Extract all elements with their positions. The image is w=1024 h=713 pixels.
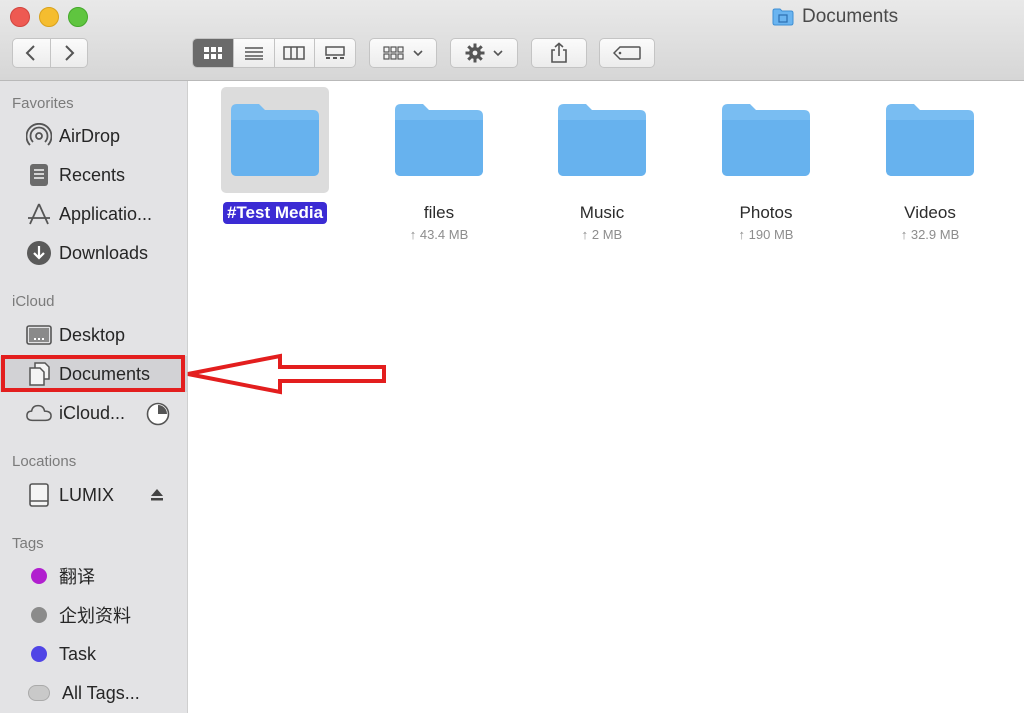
folder-icon	[395, 104, 483, 176]
minimize-window-button[interactable]	[39, 7, 59, 27]
file-browser: #Test Media files ↑ 43.4 MB Music ↑ 2 MB…	[188, 81, 1024, 713]
nav-buttons	[12, 38, 88, 68]
forward-button[interactable]	[51, 39, 88, 67]
sidebar-item-icloud-drive[interactable]: iCloud...	[0, 395, 187, 431]
group-icon	[383, 46, 404, 60]
list-view-icon	[244, 47, 263, 60]
folder-name: Photos	[739, 203, 793, 222]
folder-icon	[558, 104, 646, 176]
gallery-view-icon	[325, 46, 345, 59]
annotation-highlight-box	[1, 355, 185, 392]
window-title-text: Documents	[802, 6, 899, 27]
sidebar-item-downloads[interactable]: Downloads	[0, 235, 187, 271]
close-window-button[interactable]	[10, 7, 30, 27]
icon-view-icon	[203, 47, 222, 59]
chevron-down-icon	[493, 50, 503, 57]
folder-item[interactable]: Photos ↑ 190 MB	[691, 87, 841, 242]
finder-window: Documents Favorites AirDrop Recents Appl…	[0, 0, 1024, 713]
toolbar: Documents	[0, 0, 1024, 81]
tag-color-dot	[31, 646, 47, 662]
downloads-icon	[26, 240, 52, 266]
sidebar-item-label: 翻译	[59, 567, 95, 587]
section-header-tags: Tags	[12, 535, 44, 552]
sidebar-item-label: Recents	[59, 164, 126, 185]
chevron-left-icon	[25, 45, 35, 61]
folder-icon	[772, 8, 794, 26]
section-header-icloud: iCloud	[12, 293, 55, 310]
chevron-down-icon	[413, 50, 423, 57]
folder-thumb	[385, 87, 493, 193]
folder-size: ↑ 2 MB	[581, 227, 623, 242]
tag-color-dot	[31, 607, 47, 623]
gallery-view-button[interactable]	[315, 39, 355, 67]
applications-icon	[26, 201, 52, 227]
sidebar-item-label: AirDrop	[59, 125, 121, 146]
folder-icon	[231, 104, 319, 176]
tag-icon	[613, 46, 641, 60]
folder-item[interactable]: Music ↑ 2 MB	[527, 87, 677, 242]
sidebar-item-label: All Tags...	[62, 682, 140, 703]
sidebar-item-recents[interactable]: Recents	[0, 157, 187, 193]
sidebar-item-applications[interactable]: Applicatio...	[0, 196, 187, 232]
view-mode-control	[192, 38, 356, 68]
folder-size: ↑ 43.4 MB	[409, 227, 469, 242]
window-title: Documents	[772, 5, 898, 29]
action-menu-button[interactable]	[450, 38, 518, 68]
folder-name: Videos	[904, 203, 956, 222]
icloud-icon	[26, 400, 52, 426]
folder-size: ↑ 32.9 MB	[900, 227, 960, 242]
eject-icon[interactable]	[150, 488, 164, 507]
folder-name: Music	[579, 203, 625, 222]
folder-name: #Test Media	[222, 202, 328, 224]
back-button[interactable]	[13, 39, 51, 67]
sidebar-item-label: Desktop	[59, 324, 126, 345]
folder-item[interactable]: Videos ↑ 32.9 MB	[855, 87, 1005, 242]
sidebar-item-tag-translation[interactable]: 翻译	[0, 558, 187, 594]
tag-color-dot	[28, 685, 50, 701]
sidebar-item-all-tags[interactable]: All Tags...	[0, 675, 187, 711]
sidebar-item-lumix[interactable]: LUMIX	[0, 477, 187, 513]
folder-size: ↑ 190 MB	[738, 227, 794, 242]
sidebar-item-label: iCloud...	[59, 402, 126, 423]
sidebar-item-label: Applicatio...	[59, 203, 153, 224]
sidebar-item-airdrop[interactable]: AirDrop	[0, 118, 187, 154]
folder-icon	[722, 104, 810, 176]
folder-icon	[886, 104, 974, 176]
section-header-locations: Locations	[12, 453, 77, 470]
sidebar-item-desktop[interactable]: Desktop	[0, 317, 187, 353]
sidebar-item-label: Task	[59, 643, 97, 664]
recents-icon	[26, 162, 52, 188]
share-icon	[551, 42, 567, 63]
gear-icon	[465, 43, 485, 63]
sidebar: Favorites AirDrop Recents Applicatio... …	[0, 81, 188, 713]
share-button[interactable]	[531, 38, 587, 68]
folder-name: files	[423, 203, 455, 222]
folder-item[interactable]: #Test Media	[200, 87, 350, 224]
list-view-button[interactable]	[234, 39, 275, 67]
tag-color-dot	[31, 568, 47, 584]
folder-item[interactable]: files ↑ 43.4 MB	[364, 87, 514, 242]
desktop-icon	[26, 322, 52, 348]
column-view-button[interactable]	[275, 39, 316, 67]
sidebar-item-tag-planning[interactable]: 企划资料	[0, 597, 187, 633]
sidebar-item-label: LUMIX	[59, 484, 115, 505]
folder-thumb	[876, 87, 984, 193]
section-header-favorites: Favorites	[12, 95, 74, 112]
folder-thumb	[221, 87, 329, 193]
chevron-right-icon	[65, 45, 75, 61]
drive-icon	[26, 482, 52, 508]
folder-thumb	[548, 87, 656, 193]
icon-view-button[interactable]	[193, 39, 234, 67]
folder-thumb	[712, 87, 820, 193]
sidebar-item-label: 企划资料	[59, 606, 131, 626]
annotation-arrow-icon	[187, 353, 386, 395]
sidebar-item-tag-task[interactable]: Task	[0, 636, 187, 672]
airdrop-icon	[26, 123, 52, 149]
group-by-button[interactable]	[369, 38, 437, 68]
storage-pie-icon	[146, 402, 170, 431]
sidebar-item-label: Downloads	[59, 242, 149, 263]
tags-button[interactable]	[599, 38, 655, 68]
column-view-icon	[283, 46, 306, 60]
zoom-window-button[interactable]	[68, 7, 88, 27]
